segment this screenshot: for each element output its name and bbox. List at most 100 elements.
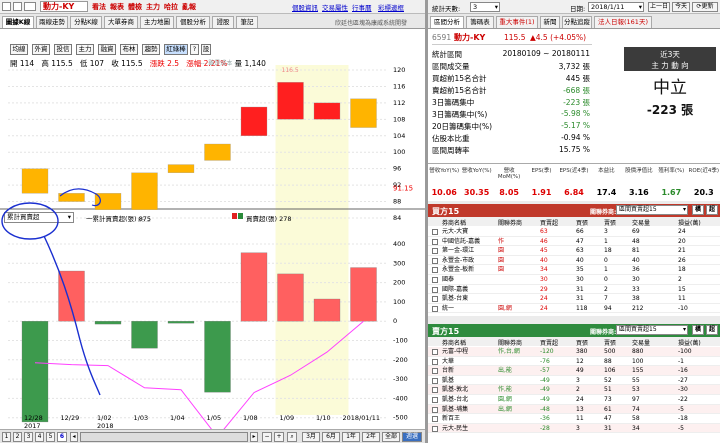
table-row[interactable]: 第一金-環江 園 45 63 18 81 21 — [428, 246, 720, 256]
horizontal-scrollbar[interactable] — [80, 432, 248, 442]
link-check[interactable]: 體檢 — [128, 2, 142, 12]
row-checkbox[interactable] — [432, 406, 438, 413]
table-row[interactable]: 中國信託-嘉義 作 46 47 1 48 20 — [428, 237, 720, 247]
link-chat[interactable]: 哈拉 — [164, 2, 178, 12]
row-checkbox[interactable] — [432, 238, 438, 245]
scroll-left-icon[interactable]: ◂ — [70, 432, 78, 442]
table-row[interactable]: 元大-民生 -28 3 31 34 -5 — [428, 423, 720, 434]
search-icon[interactable] — [13, 2, 22, 11]
stats-days-select[interactable]: 3 ▾ — [470, 2, 500, 12]
row-checkbox[interactable] — [432, 267, 438, 274]
period-weekly[interactable]: 週選 — [402, 432, 422, 442]
table-row[interactable]: 大華 -76 12 88 100 -1 — [428, 357, 720, 367]
link-stock-info[interactable]: 個股資訊 — [292, 2, 318, 12]
tab-main-map[interactable]: 主力地圖 — [140, 16, 174, 28]
tab-institution-daily[interactable]: 法人日報(161天) — [594, 16, 652, 28]
period-2y[interactable]: 2年 — [362, 432, 380, 442]
date-label: 日期: — [570, 5, 586, 13]
page-6[interactable]: 6 — [57, 432, 67, 442]
row-checkbox[interactable] — [432, 349, 438, 355]
zoom-out-icon[interactable]: − — [262, 432, 272, 442]
row-checkbox[interactable] — [432, 425, 438, 432]
tab-events[interactable]: 重大事件(1) — [496, 16, 538, 28]
tab-stock-analysis[interactable]: 個股分析 — [176, 16, 210, 28]
row-checkbox[interactable] — [432, 397, 438, 403]
sell-sort-select[interactable]: 區間買賣超15 ▾ — [616, 325, 688, 335]
tab-trend[interactable]: 兩線走勢 — [36, 16, 68, 28]
table-row[interactable]: 凱基-台北 園,網 -49 24 73 97 -22 — [428, 395, 720, 405]
row-checkbox[interactable] — [432, 296, 438, 303]
tab-branch-track[interactable]: 分點追蹤 — [562, 16, 592, 28]
page-4[interactable]: 4 — [35, 432, 44, 442]
sell-super-button[interactable]: 超 — [706, 325, 718, 335]
period-all[interactable]: 全部 — [382, 432, 400, 442]
row-checkbox[interactable] — [432, 416, 438, 423]
table-row[interactable]: 永豐金-市政 園 40 40 0 40 26 — [428, 256, 720, 266]
table-row[interactable]: 統一 園,網 24 118 94 212 -10 — [428, 303, 720, 314]
row-checkbox[interactable] — [432, 248, 438, 255]
table-row[interactable]: 凱基-台東 24 31 7 38 11 — [428, 294, 720, 304]
link-main[interactable]: 主力 — [146, 2, 160, 12]
tab-branch-k[interactable]: 分點K線 — [70, 16, 102, 28]
dropdown-icon[interactable] — [24, 2, 36, 11]
page-5[interactable]: 5 — [46, 432, 55, 442]
table-row[interactable]: 凱基-敦北 作,能 -49 2 51 53 -30 — [428, 385, 720, 395]
table-row[interactable]: 國際-嘉義 29 31 2 33 15 — [428, 284, 720, 295]
menu-icon[interactable] — [2, 2, 11, 11]
scroll-right-icon[interactable]: ▸ — [250, 432, 258, 442]
tab-k-line[interactable]: 圖據K線 — [2, 16, 34, 28]
table-cell: 46 — [540, 237, 548, 245]
table-cell: 51 — [604, 386, 612, 394]
link-view[interactable]: 看法 — [92, 2, 106, 12]
table-row[interactable]: 永豐金-板新 園 34 35 1 36 18 — [428, 265, 720, 275]
tab-stocks[interactable]: 證股 — [212, 16, 234, 28]
buy-super-button[interactable]: 超 — [706, 205, 718, 215]
date-field[interactable]: 2018/1/11 ▾ — [588, 2, 644, 12]
tab-big-broker[interactable]: 大單券商 — [104, 16, 138, 28]
price-and-volume-chart[interactable]: 120116112108104100969288844003002001000-… — [0, 29, 425, 429]
prev-day-button[interactable]: 上一日 — [648, 2, 670, 12]
table-row[interactable]: 凱基 -49 3 52 55 -27 — [428, 376, 720, 386]
zoom-in-icon[interactable]: + — [274, 432, 284, 442]
table-row[interactable]: 新百王 -36 11 47 58 -18 — [428, 414, 720, 424]
period-3m[interactable]: 3月 — [302, 432, 320, 442]
tab-notes[interactable]: 筆記 — [236, 16, 258, 28]
link-random[interactable]: 亂報 — [182, 2, 196, 12]
lower-indicator-select[interactable]: 累計買賣超 ▾ — [4, 212, 74, 223]
table-row[interactable]: 凱基-埔集 出,網 -48 13 61 74 -5 — [428, 404, 720, 415]
link-report[interactable]: 報表 — [110, 2, 124, 12]
row-checkbox[interactable] — [432, 358, 438, 365]
stock-name-field[interactable]: 動力-KY — [40, 1, 88, 12]
buy-sort-select[interactable]: 區間買賣超15 ▾ — [616, 205, 688, 215]
row-checkbox[interactable] — [432, 377, 438, 384]
row-checkbox[interactable] — [432, 229, 438, 235]
refresh-button[interactable]: ⟳更新 — [692, 2, 718, 12]
table-row[interactable]: 國泰 30 30 0 30 2 — [428, 275, 720, 285]
panel-divider[interactable] — [425, 0, 428, 443]
row-checkbox[interactable] — [432, 368, 438, 375]
row-checkbox[interactable] — [432, 286, 438, 293]
link-calendar[interactable]: 行事曆 — [352, 2, 372, 12]
table-row[interactable]: 元富-中程 作,台,網 -120 380 500 880 -100 — [428, 347, 720, 357]
table-row[interactable]: 元大-大寶 63 66 3 69 24 — [428, 227, 720, 237]
today-button[interactable]: 今天 — [672, 2, 690, 12]
tab-range-analysis[interactable]: 區間分析 — [430, 16, 464, 28]
page-2[interactable]: 2 — [13, 432, 22, 442]
sell-horizontal-button[interactable]: 橫 — [692, 325, 704, 335]
page-1[interactable]: 1 — [2, 432, 11, 442]
buy-horizontal-button[interactable]: 橫 — [692, 205, 704, 215]
row-checkbox[interactable] — [432, 277, 438, 283]
link-trade-attr[interactable]: 交易屬性 — [322, 2, 348, 12]
row-checkbox[interactable] — [432, 387, 438, 394]
period-6m[interactable]: 6月 — [322, 432, 340, 442]
page-3[interactable]: 3 — [24, 432, 33, 442]
fin-header: 殖利率(%) — [658, 168, 685, 174]
row-checkbox[interactable] — [432, 257, 438, 264]
table-row[interactable]: 台新 出,能 -57 49 106 155 -16 — [428, 366, 720, 376]
tab-news[interactable]: 新聞 — [540, 16, 560, 28]
magnify-icon[interactable]: ⌕ — [287, 432, 297, 442]
period-1y[interactable]: 1年 — [342, 432, 360, 442]
row-checkbox[interactable] — [432, 305, 438, 312]
tab-chips[interactable]: 籌碼表 — [466, 16, 494, 28]
link-border[interactable]: 彩標邊框 — [378, 2, 404, 12]
